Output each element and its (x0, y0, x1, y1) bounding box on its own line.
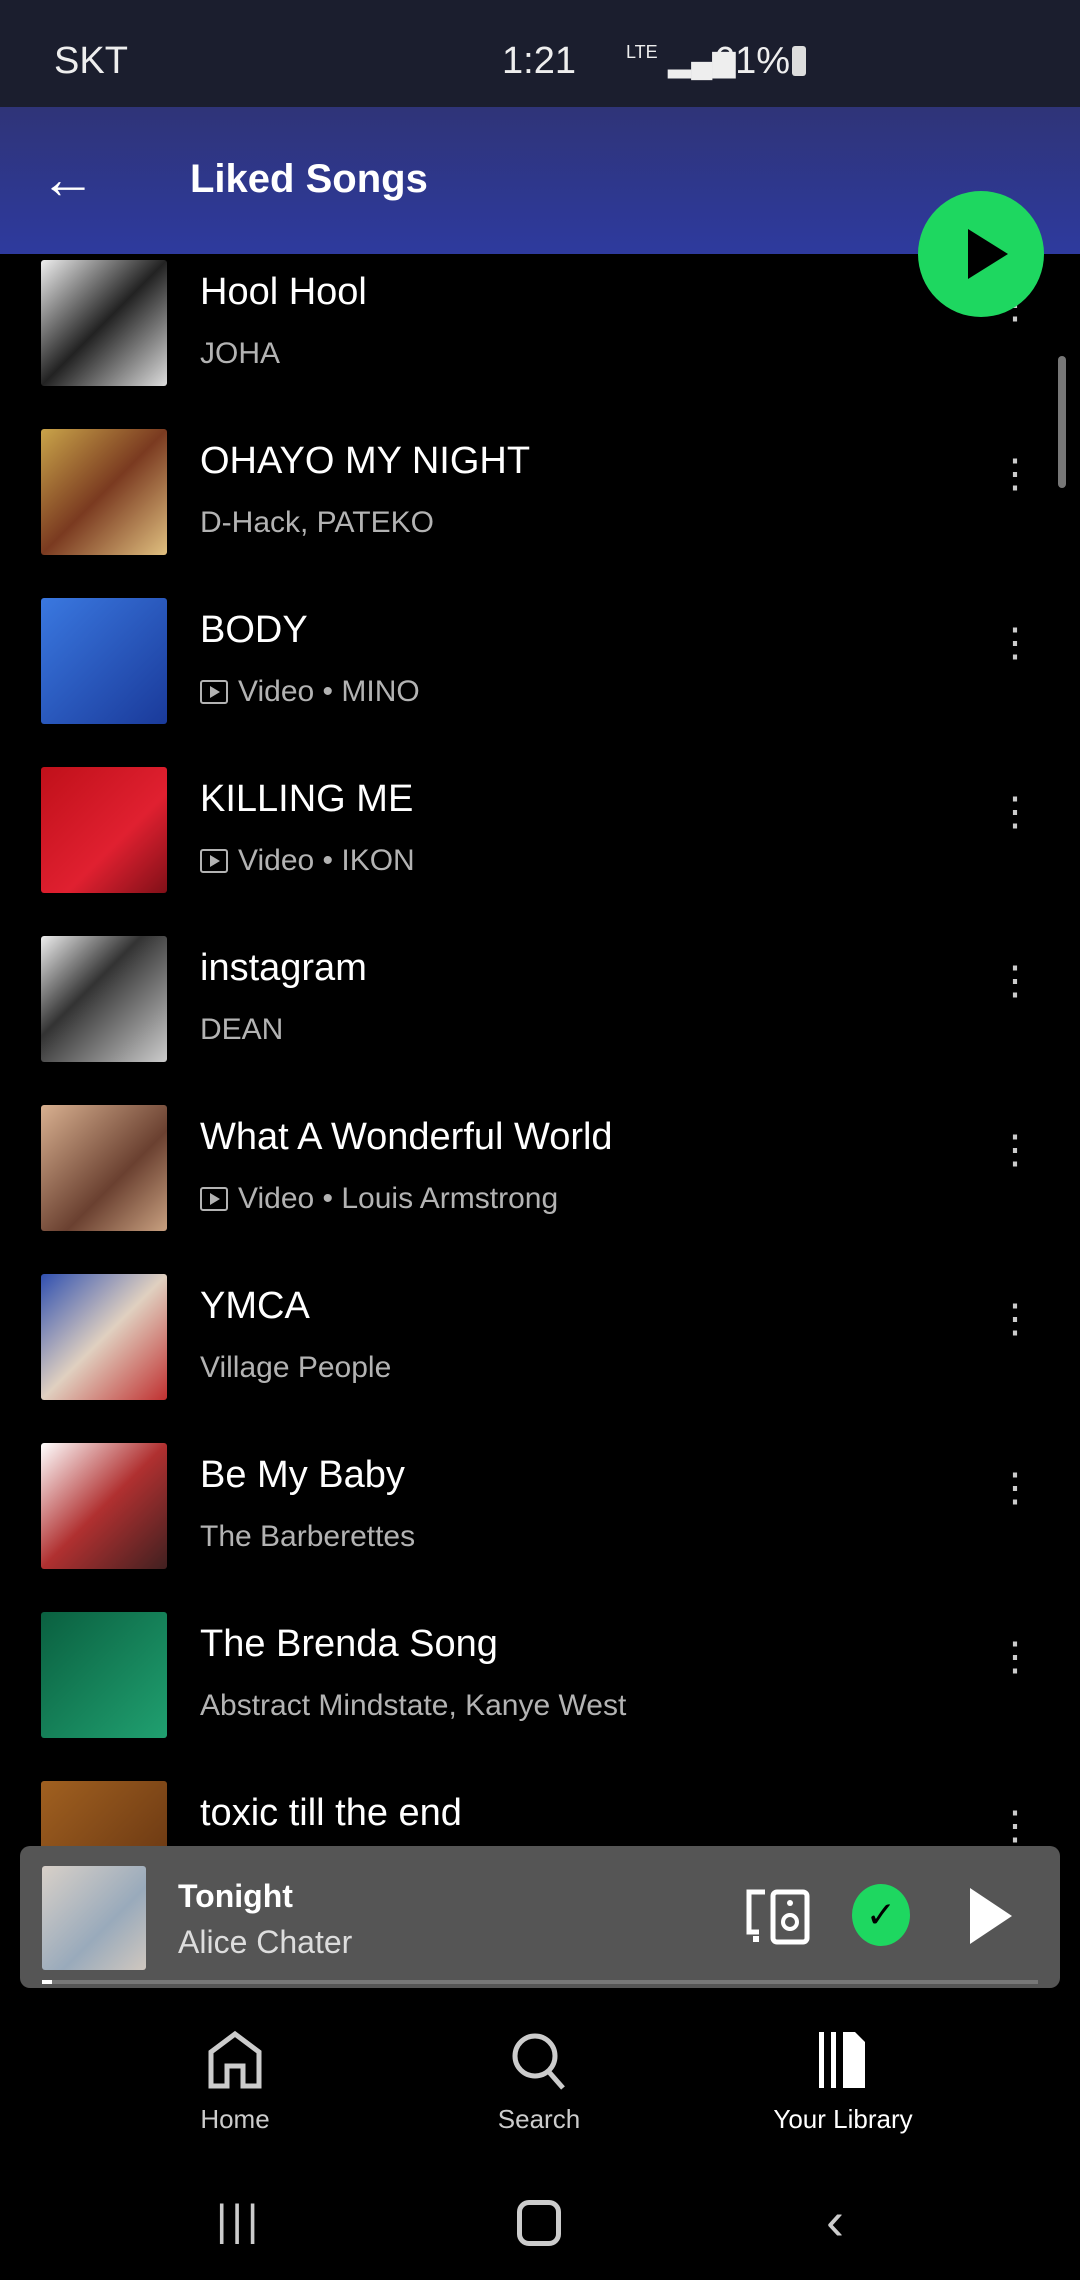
more-options-icon[interactable]: ⋮ (995, 961, 1035, 1033)
album-art (41, 1105, 167, 1231)
connect-device-icon[interactable] (745, 1888, 811, 1946)
bottom-nav: Home Search Your Library (0, 1990, 1080, 2170)
back-button-icon[interactable]: ‹ (826, 2190, 844, 2252)
song-row[interactable]: What A Wonderful World Video • Louis Arms… (0, 1102, 1080, 1271)
song-artist: DEAN (200, 1013, 283, 1047)
album-art (41, 936, 167, 1062)
video-icon (200, 1187, 228, 1211)
artist-name: D-Hack, PATEKO (200, 506, 434, 539)
song-row[interactable]: Hool HoolJOHA⋮ (0, 257, 1080, 426)
song-artist: Abstract Mindstate, Kanye West (200, 1689, 626, 1723)
song-artist: Video • MINO (200, 675, 420, 709)
song-title: The Brenda Song (200, 1623, 498, 1665)
liked-check-icon[interactable]: ✓ (852, 1884, 910, 1946)
mini-player[interactable]: Tonight Alice Chater ✓ (20, 1846, 1060, 1988)
clock: 1:21 (502, 40, 576, 82)
song-title: What A Wonderful World (200, 1116, 613, 1158)
song-row[interactable]: toxic till the end ⋮ (0, 1778, 1080, 1854)
more-options-icon[interactable]: ⋮ (995, 1130, 1035, 1202)
nav-search[interactable]: Search (439, 1990, 639, 2160)
video-label: Video (238, 675, 315, 708)
song-title: BODY (200, 609, 308, 651)
more-options-icon[interactable]: ⋮ (995, 1299, 1035, 1371)
carrier: SKT (54, 40, 128, 82)
home-button-icon[interactable] (517, 2200, 561, 2246)
song-list[interactable]: Hool Hool JOHA ⋮ OHAYO MY NIGHT D-Hack, PATE… (0, 254, 1080, 1854)
battery-level: 61% (714, 40, 791, 82)
song-title: toxic till the end (200, 1792, 462, 1834)
song-artist: Video • Louis Armstrong (200, 1182, 558, 1216)
scrollbar[interactable] (1058, 356, 1066, 488)
status-bar: SKT 1:21 LTE ▂▄▆ 61% (0, 0, 1080, 107)
search-icon (512, 2033, 565, 2090)
album-art (41, 1781, 167, 1854)
network-icon: LTE (626, 42, 658, 62)
more-options-icon[interactable]: ⋮ (995, 454, 1035, 526)
song-row[interactable]: instagram DEAN ⋮ (0, 933, 1080, 1102)
song-title: instagram (200, 947, 367, 989)
artist-name: Louis Armstrong (341, 1182, 559, 1215)
album-art (41, 429, 167, 555)
song-title: Hool Hool (200, 271, 367, 313)
system-nav-bar: ||| ‹ (0, 2170, 1080, 2280)
app-header: ← Liked Songs (0, 107, 1080, 254)
video-label: Video (238, 844, 315, 877)
song-artist: D-Hack, PATEKO (200, 506, 434, 540)
artist-name: MINO (341, 675, 420, 708)
more-options-icon[interactable]: ⋮ (995, 1468, 1035, 1540)
more-options-icon[interactable]: ⋮ (995, 623, 1035, 695)
album-art (41, 260, 167, 386)
library-icon (819, 2032, 865, 2088)
mini-play-button[interactable] (970, 1888, 1012, 1944)
artist-name: Abstract Mindstate, Kanye West (200, 1689, 627, 1722)
song-title: YMCA (200, 1285, 310, 1327)
song-row[interactable]: KILLING ME Video • IKON ⋮ (0, 764, 1080, 933)
video-icon (200, 849, 228, 873)
nav-your-library[interactable]: Your Library (743, 1990, 943, 2160)
album-art (41, 598, 167, 724)
now-playing-artwork (42, 1866, 146, 1970)
album-art (41, 1274, 167, 1400)
song-artist: Village People (200, 1351, 391, 1385)
more-options-icon[interactable]: ⋮ (995, 792, 1035, 864)
now-playing-artist: Alice Chater (178, 1924, 353, 1960)
song-row[interactable]: OHAYO MY NIGHT D-Hack, PATEKO ⋮ (0, 426, 1080, 595)
song-title: Be My Baby (200, 1454, 405, 1496)
song-artist: The Barberettes (200, 1520, 415, 1554)
nav-search-label: Search (497, 2104, 581, 2134)
playback-progress (42, 1980, 1038, 1984)
now-playing-title: Tonight (178, 1878, 293, 1914)
album-art (41, 767, 167, 893)
artist-name: The Barberettes (200, 1520, 416, 1553)
battery-icon (792, 46, 806, 76)
song-title: KILLING ME (200, 778, 414, 820)
nav-home[interactable]: Home (135, 1990, 335, 2160)
page-title: Liked Songs (190, 157, 428, 201)
artist-name: DEAN (200, 1013, 284, 1046)
album-art (41, 1612, 167, 1738)
recent-apps-icon[interactable]: ||| (216, 2196, 262, 2246)
shuffle-play-button[interactable] (918, 191, 1044, 317)
song-row[interactable]: YMCA Village People ⋮ (0, 1271, 1080, 1440)
more-options-icon[interactable]: ⋮ (995, 1637, 1035, 1709)
back-arrow-icon[interactable]: ← (40, 151, 96, 207)
song-row[interactable]: The Brenda Song Abstract Mindstate, Kanye… (0, 1609, 1080, 1778)
artist-name: Village People (200, 1351, 392, 1384)
song-row[interactable]: Be My Baby The Barberettes ⋮ (0, 1440, 1080, 1609)
nav-library-label: Your Library (773, 2104, 913, 2134)
song-artist: JOHA (200, 337, 280, 371)
video-icon (200, 680, 228, 704)
home-icon (208, 2030, 262, 2089)
song-title: OHAYO MY NIGHT (200, 440, 531, 482)
artist-name: JOHA (200, 337, 281, 370)
artist-name: IKON (341, 844, 415, 877)
album-art (41, 1443, 167, 1569)
nav-home-label: Home (200, 2104, 270, 2134)
video-label: Video (238, 1182, 315, 1215)
song-artist: Video • IKON (200, 844, 415, 878)
song-row[interactable]: BODY Video • MINO ⋮ (0, 595, 1080, 764)
